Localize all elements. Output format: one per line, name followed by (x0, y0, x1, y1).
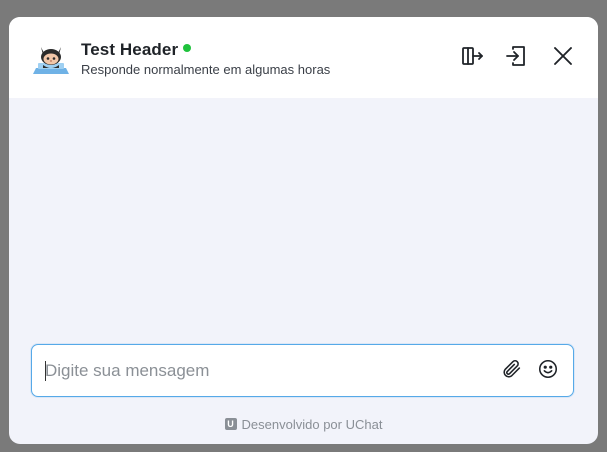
paperclip-icon (501, 358, 523, 385)
login-button[interactable] (502, 44, 530, 72)
message-composer (31, 344, 574, 397)
close-icon (552, 45, 574, 72)
powered-by-footer[interactable]: U Desenvolvido por UChat (9, 415, 598, 433)
emoji-button[interactable] (536, 359, 560, 383)
title-row: Test Header (81, 39, 192, 61)
popout-icon (461, 45, 485, 72)
chat-header: Test Header Responde normalmente em algu… (9, 17, 598, 98)
powered-by-text: Desenvolvido por UChat (241, 416, 383, 432)
message-area (9, 98, 598, 338)
octocat-avatar-icon (32, 41, 70, 77)
close-button[interactable] (549, 44, 577, 72)
popout-button[interactable] (459, 44, 487, 72)
text-caret (45, 361, 46, 381)
smiley-icon (537, 358, 559, 385)
header-subtitle: Responde normalmente em algumas horas (81, 62, 331, 77)
login-icon (504, 44, 528, 73)
chat-widget: Test Header Responde normalmente em algu… (9, 17, 598, 444)
header-title: Test Header (81, 40, 179, 59)
attach-button[interactable] (500, 359, 524, 383)
uchat-logo-icon: U (224, 418, 237, 430)
message-input[interactable] (45, 359, 485, 383)
online-status-dot (183, 43, 192, 52)
